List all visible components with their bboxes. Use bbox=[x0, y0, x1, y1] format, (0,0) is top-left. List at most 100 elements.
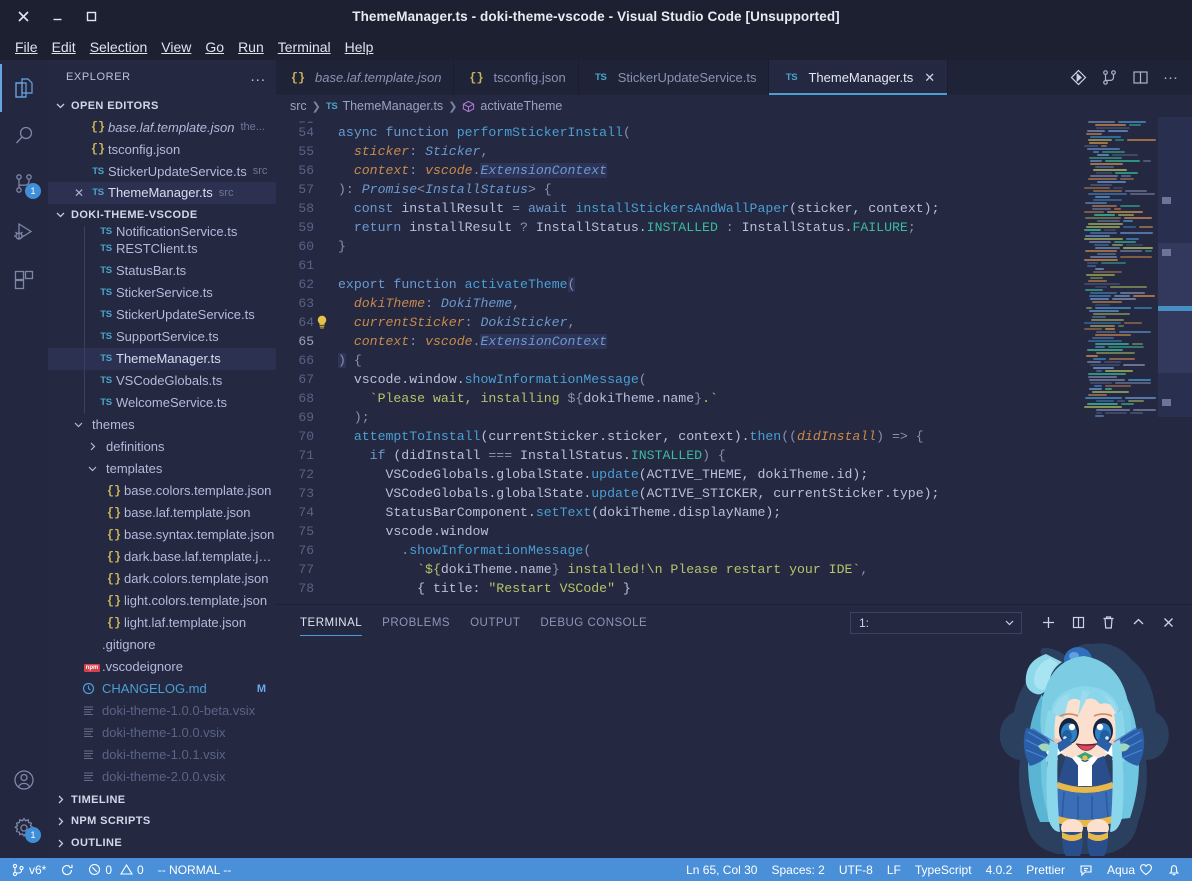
tree-row[interactable]: doki-theme-1.0.0.vsix bbox=[48, 722, 276, 744]
menu-go[interactable]: Go bbox=[198, 37, 231, 57]
code-line[interactable]: 67 vscode.window.showInformationMessage( bbox=[276, 370, 1080, 389]
code-line[interactable]: 65 context: vscode.ExtensionContext bbox=[276, 332, 1080, 351]
section-npm-scripts[interactable]: NPM SCRIPTS bbox=[48, 810, 276, 832]
code-line[interactable]: 76 .showInformationMessage( bbox=[276, 541, 1080, 560]
code-line[interactable]: 59 return installResult ? InstallStatus.… bbox=[276, 218, 1080, 237]
code-line[interactable]: 55 sticker: Sticker, bbox=[276, 142, 1080, 161]
source-control-action-icon[interactable] bbox=[1070, 69, 1087, 86]
terminal-selector[interactable]: 1: bbox=[850, 611, 1022, 634]
file-tree[interactable]: TS NotificationService.ts TS RESTClient.… bbox=[48, 225, 276, 789]
tree-row[interactable]: doki-theme-2.0.0.vsix bbox=[48, 766, 276, 788]
activity-bar-settings[interactable]: 1 bbox=[0, 804, 48, 852]
status-typescript-version[interactable]: 4.0.2 bbox=[979, 858, 1020, 881]
tree-row[interactable]: TS StickerUpdateService.ts bbox=[48, 303, 276, 326]
tree-row[interactable]: TS NotificationService.ts bbox=[48, 225, 276, 238]
code-line[interactable]: 56 context: vscode.ExtensionContext bbox=[276, 161, 1080, 180]
tree-row[interactable]: TS WelcomeService.ts bbox=[48, 391, 276, 414]
menu-view[interactable]: View bbox=[154, 37, 198, 57]
code-line[interactable]: 69 ); bbox=[276, 408, 1080, 427]
panel-tab-problems[interactable]: PROBLEMS bbox=[372, 605, 460, 640]
code-line[interactable]: 62 export function activateTheme( bbox=[276, 275, 1080, 294]
tree-row-folder-themes[interactable]: themes bbox=[48, 414, 276, 436]
breadcrumb-src[interactable]: src bbox=[290, 99, 307, 113]
menu-run[interactable]: Run bbox=[231, 37, 271, 57]
status-formatter[interactable]: Prettier bbox=[1019, 858, 1072, 881]
code-line[interactable]: 71 if (didInstall === InstallStatus.INST… bbox=[276, 446, 1080, 465]
maximize-icon[interactable] bbox=[74, 4, 108, 30]
panel-tab-debug-console[interactable]: DEBUG CONSOLE bbox=[530, 605, 657, 640]
tree-row-clipped[interactable] bbox=[48, 787, 276, 789]
activity-bar-search[interactable] bbox=[0, 112, 48, 160]
tree-row[interactable]: {} base.laf.template.json bbox=[48, 502, 276, 524]
menu-help[interactable]: Help bbox=[338, 37, 381, 57]
tree-row[interactable]: TS StickerService.ts bbox=[48, 281, 276, 304]
status-eol[interactable]: LF bbox=[880, 858, 908, 881]
tree-row[interactable]: {} base.colors.template.json bbox=[48, 480, 276, 502]
tree-row-folder-templates[interactable]: templates bbox=[48, 458, 276, 480]
maximize-panel-icon[interactable] bbox=[1128, 613, 1148, 633]
code-line[interactable]: 73 VSCodeGlobals.globalState.update(ACTI… bbox=[276, 484, 1080, 503]
open-editor-close-icon[interactable]: ✕ bbox=[70, 186, 88, 200]
code-scroll[interactable]: 5354async function performStickerInstall… bbox=[276, 117, 1080, 604]
tree-row[interactable]: {} dark.base.laf.template.json bbox=[48, 546, 276, 568]
tree-row[interactable]: {} dark.colors.template.json bbox=[48, 568, 276, 590]
tree-row[interactable]: TS RESTClient.ts bbox=[48, 237, 276, 260]
tree-row[interactable]: TS StatusBar.ts bbox=[48, 259, 276, 282]
split-terminal-icon[interactable] bbox=[1068, 613, 1088, 633]
panel-tab-terminal[interactable]: TERMINAL bbox=[290, 605, 372, 640]
split-branch-icon[interactable] bbox=[1101, 69, 1118, 86]
section-timeline[interactable]: TIMELINE bbox=[48, 789, 276, 811]
code-line[interactable]: 75 vscode.window bbox=[276, 522, 1080, 541]
tree-row-vscodeignore[interactable]: npm .vscodeignore bbox=[48, 656, 276, 678]
tab-base-laf-template-json[interactable]: {} base.laf.template.json bbox=[276, 60, 455, 95]
tab-close-icon[interactable]: ✕ bbox=[924, 70, 935, 86]
breadcrumb-file[interactable]: ThemeManager.ts bbox=[342, 99, 443, 113]
quick-fix-lightbulb-icon[interactable] bbox=[316, 315, 328, 329]
tab-thememanager-ts[interactable]: TS ThemeManager.ts ✕ bbox=[769, 60, 949, 95]
status-cursor-position[interactable]: Ln 65, Col 30 bbox=[679, 858, 764, 881]
code-line[interactable]: 66) { bbox=[276, 351, 1080, 370]
code-line[interactable]: 64 currentSticker: DokiSticker, bbox=[276, 313, 1080, 332]
open-editor-row-1[interactable]: {} tsconfig.json bbox=[48, 138, 276, 160]
section-project[interactable]: DOKI-THEME-VSCODE bbox=[48, 204, 276, 226]
tree-row-folder-definitions[interactable]: definitions bbox=[48, 436, 276, 458]
panel-tab-output[interactable]: OUTPUT bbox=[460, 605, 530, 640]
tree-row[interactable]: {} light.laf.template.json bbox=[48, 612, 276, 634]
code-line[interactable]: 58 const installResult = await installSt… bbox=[276, 199, 1080, 218]
menu-selection[interactable]: Selection bbox=[83, 37, 155, 57]
close-panel-icon[interactable] bbox=[1158, 613, 1178, 633]
tree-row[interactable]: doki-theme-1.0.0-beta.vsix bbox=[48, 700, 276, 722]
more-actions-icon[interactable]: ··· bbox=[1163, 70, 1178, 85]
code-line[interactable]: 57): Promise<InstallStatus> { bbox=[276, 180, 1080, 199]
minimize-icon[interactable] bbox=[40, 4, 74, 30]
new-terminal-icon[interactable] bbox=[1038, 613, 1058, 633]
code-line[interactable]: 74 StatusBarComponent.setText(dokiTheme.… bbox=[276, 503, 1080, 522]
menu-file[interactable]: File bbox=[8, 37, 45, 57]
tab-tsconfig-json[interactable]: {} tsconfig.json bbox=[454, 60, 579, 95]
menu-terminal[interactable]: Terminal bbox=[271, 37, 338, 57]
status-problems[interactable]: 0 0 bbox=[81, 858, 150, 881]
breadcrumb-symbol[interactable]: activateTheme bbox=[480, 99, 562, 113]
open-editor-row-2[interactable]: TS StickerUpdateService.ts src bbox=[48, 160, 276, 182]
section-outline[interactable]: OUTLINE bbox=[48, 832, 276, 854]
code-line[interactable]: 78 { title: "Restart VSCode" } bbox=[276, 579, 1080, 598]
activity-bar-explorer[interactable] bbox=[0, 64, 48, 112]
status-notifications[interactable] bbox=[1160, 858, 1188, 881]
code-line[interactable]: 72 VSCodeGlobals.globalState.update(ACTI… bbox=[276, 465, 1080, 484]
section-open-editors[interactable]: OPEN EDITORS bbox=[48, 95, 276, 117]
code-editor[interactable]: 5354async function performStickerInstall… bbox=[276, 117, 1192, 604]
tree-row[interactable]: {} light.colors.template.json bbox=[48, 590, 276, 612]
tab-stickerupdateservice-ts[interactable]: TS StickerUpdateService.ts bbox=[578, 60, 770, 95]
tree-row[interactable]: TS VSCodeGlobals.ts bbox=[48, 369, 276, 392]
status-indentation[interactable]: Spaces: 2 bbox=[764, 858, 831, 881]
minimap[interactable] bbox=[1080, 117, 1192, 604]
tree-row-changelog[interactable]: CHANGELOG.md M bbox=[48, 678, 276, 700]
status-language-mode[interactable]: TypeScript bbox=[908, 858, 979, 881]
code-line[interactable]: 70 attemptToInstall(currentSticker.stick… bbox=[276, 427, 1080, 446]
open-editor-row-0[interactable]: {} base.laf.template.json the... bbox=[48, 117, 276, 139]
menu-edit[interactable]: Edit bbox=[45, 37, 83, 57]
status-branch[interactable]: v6* bbox=[4, 858, 53, 881]
status-feedback[interactable] bbox=[1072, 858, 1100, 881]
close-icon[interactable] bbox=[6, 4, 40, 30]
code-line[interactable]: 68 `Please wait, installing ${dokiTheme.… bbox=[276, 389, 1080, 408]
